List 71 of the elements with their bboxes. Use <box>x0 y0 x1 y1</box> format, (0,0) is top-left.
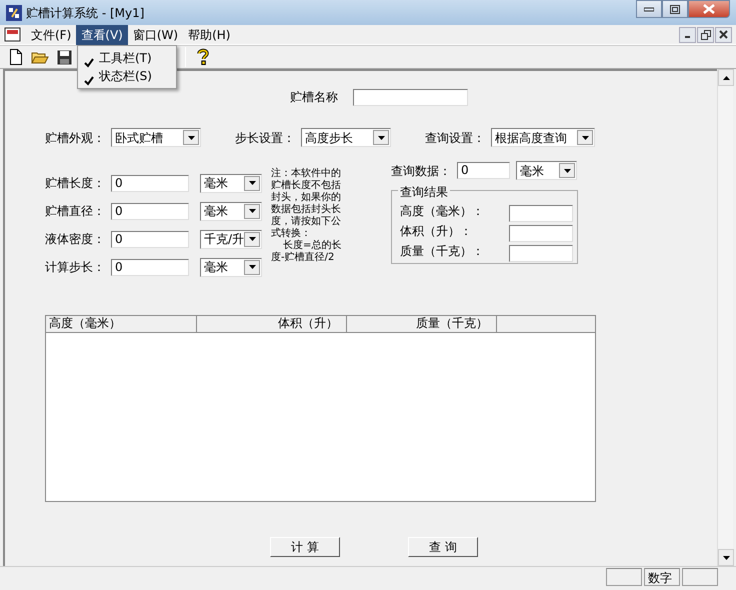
scroll-down-button[interactable] <box>718 549 734 566</box>
note-text: 注：本软件中的贮槽长度不包括封头，如果你的数据包括封头长度，请按如下公式转换： <box>271 168 342 240</box>
dropdown[interactable]: 根据高度查询 <box>491 128 595 147</box>
status-panel: 数字 <box>644 568 680 586</box>
caret-icon <box>378 136 384 140</box>
field-label: 查询数据： <box>391 162 451 180</box>
caret-icon <box>248 237 256 241</box>
input-field[interactable]: 0 <box>111 202 189 220</box>
input-field[interactable]: 0 <box>111 230 189 248</box>
field-label: 贮槽外观： <box>45 130 105 146</box>
caret-icon <box>564 168 570 172</box>
menu-item[interactable]: 文件(F) <box>26 24 76 44</box>
formula-text: 长度=总的长度-贮槽直径/2 <box>271 240 342 264</box>
input-field[interactable]: 0 <box>111 174 189 192</box>
column-header[interactable]: 体积（升） <box>197 316 347 332</box>
action-button[interactable]: 查 询 <box>408 537 478 557</box>
caret-icon <box>248 209 256 213</box>
minimize-button[interactable] <box>636 0 662 18</box>
close-button[interactable] <box>715 26 732 42</box>
field-label: 液体密度： <box>45 231 106 248</box>
close-icon <box>719 30 728 39</box>
down-arrow-icon <box>722 556 730 560</box>
close-button[interactable] <box>688 0 730 18</box>
up-arrow-icon <box>722 76 730 80</box>
restore-button[interactable] <box>697 26 714 42</box>
field-label: 贮槽长度： <box>45 175 106 192</box>
minimize-icon <box>644 6 654 12</box>
maximize-button[interactable] <box>662 0 688 18</box>
field-label: 计算步长： <box>45 259 106 276</box>
result-field[interactable] <box>509 225 573 242</box>
unit-dropdown[interactable]: 毫米 <box>200 202 262 220</box>
status-panel <box>606 568 642 586</box>
caret-icon <box>248 181 256 185</box>
restore-icon <box>700 30 710 40</box>
field-label: 步长设置： <box>235 130 295 146</box>
close-icon <box>703 4 715 14</box>
menu-item[interactable]: 查看(V) <box>76 24 128 44</box>
field-label: 贮槽名称 <box>290 89 338 106</box>
field-label: 查询设置： <box>425 130 485 146</box>
dropdown[interactable]: 高度步长 <box>301 128 391 147</box>
dropdown[interactable]: 卧式贮槽 <box>111 128 201 147</box>
column-header[interactable]: 高度（毫米） <box>46 316 197 332</box>
field-label: 质量（千克）： <box>400 245 485 258</box>
unit-dropdown[interactable]: 毫米 <box>200 258 262 276</box>
unit-dropdown[interactable]: 毫米 <box>200 174 262 192</box>
result-field[interactable] <box>509 205 573 222</box>
caret-icon <box>582 136 588 140</box>
menu-item[interactable]: 帮助(H) <box>183 24 236 44</box>
caret-icon <box>188 136 194 140</box>
column-header[interactable]: 质量（千克） <box>347 316 497 332</box>
query-input[interactable]: 0 <box>457 162 510 179</box>
menu-item[interactable]: 工具栏(T) <box>78 49 176 67</box>
menu-item[interactable]: 窗口(W) <box>128 24 184 44</box>
minimize-button[interactable] <box>679 26 696 42</box>
maximize-icon <box>670 4 680 14</box>
field-label: 体积（升）： <box>400 225 473 238</box>
field-label: 高度（毫米）： <box>400 205 485 218</box>
tank-name-field[interactable] <box>353 88 468 106</box>
status-panel <box>682 568 718 586</box>
result-field[interactable] <box>509 245 573 262</box>
document-icon[interactable] <box>4 26 22 42</box>
input-field[interactable]: 0 <box>111 258 189 276</box>
caret-icon <box>248 265 256 269</box>
menu-item[interactable]: 状态栏(S) <box>78 67 176 85</box>
action-button[interactable]: 计 算 <box>270 537 340 557</box>
unit-dropdown[interactable]: 毫米 <box>516 161 577 180</box>
scroll-up-button[interactable] <box>718 69 734 86</box>
window-title: 贮槽计算系统 - [My1] <box>26 4 144 22</box>
field-label: 贮槽直径： <box>45 203 106 220</box>
app-icon <box>6 4 22 20</box>
unit-dropdown[interactable]: 千克/升 <box>200 230 262 248</box>
